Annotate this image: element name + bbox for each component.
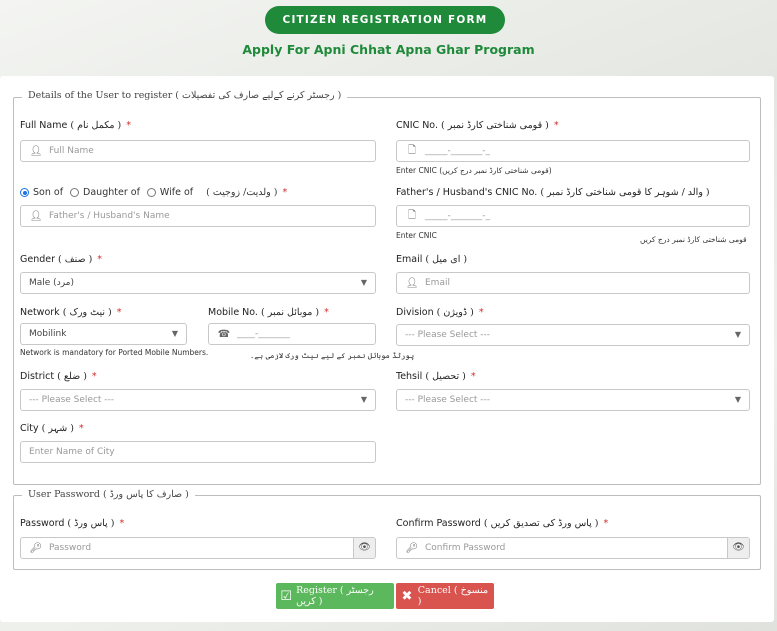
city-label: City ( شہر ) *: [20, 423, 84, 434]
mobile-hint-urdu: پورٹڈ موبائل نمبر کے لیے نیٹ ورک لازمی ہ…: [250, 351, 415, 360]
cnic-input[interactable]: 🗋 _____-_______-_: [396, 140, 750, 162]
network-hint: Network is mandatory for Ported Mobile N…: [20, 348, 209, 357]
father-cnic-hint: Enter CNIC: [396, 231, 437, 240]
document-icon: 🗋: [407, 209, 417, 221]
cancel-button[interactable]: ✖ Cancel ( منسوخ ): [396, 583, 494, 609]
father-cnic-hint-urdu: قومی شناختی کارڈ نمبر درج کریں: [640, 235, 747, 244]
confirm-password-input[interactable]: 🔑︎ Confirm Password 👁︎: [396, 537, 750, 559]
father-husband-name-input[interactable]: 👤︎ Father's / Husband's Name: [20, 205, 376, 227]
user-details-legend: Details of the User to register ( رجسٹر …: [22, 90, 348, 101]
father-cnic-input[interactable]: 🗋 _____-_______-_: [396, 205, 750, 227]
division-select[interactable]: --- Please Select --- ▼: [396, 324, 750, 346]
relation-urdu-label: ( ولدیت/ زوجیت ): [206, 187, 278, 198]
chevron-down-icon: ▼: [171, 329, 178, 338]
gender-label: Gender ( صنف ) *: [20, 254, 103, 265]
radio-daughter-of[interactable]: Daughter of: [70, 187, 140, 198]
mobile-label: Mobile No. ( موبائل نمبر ) *: [208, 307, 329, 318]
key-icon: 🔑︎: [29, 542, 43, 554]
eye-icon[interactable]: 👁︎: [727, 538, 749, 558]
radio-son-of[interactable]: Son of: [20, 187, 63, 198]
radio-wife-of[interactable]: Wife of: [146, 187, 193, 198]
mobile-input[interactable]: ☎ ____-_______: [208, 323, 376, 345]
form-title: CITIZEN REGISTRATION FORM: [265, 6, 505, 34]
confirm-password-label: Confirm Password ( پاس ورڈ کی تصدیق کریں…: [396, 518, 609, 529]
form-subtitle: Apply For Apni Chhat Apna Ghar Program: [242, 42, 535, 57]
password-input[interactable]: 🔑︎ Password 👁︎: [20, 537, 376, 559]
chevron-down-icon: ▼: [360, 278, 367, 287]
chevron-down-icon: ▼: [360, 395, 367, 404]
city-input[interactable]: Enter Name of City: [20, 441, 376, 463]
full-name-label: Full Name ( مکمل نام ) *: [20, 120, 132, 131]
tehsil-label: Tehsil ( تحصیل ) *: [396, 371, 476, 382]
password-label: Password ( پاس ورڈ ) *: [20, 518, 125, 529]
user-icon: 👤︎: [405, 277, 419, 289]
chevron-down-icon: ▼: [734, 330, 741, 339]
cnic-label: CNIC No. ( قومی شناختی کارڈ نمبر ) *: [396, 120, 559, 131]
key-icon: 🔑︎: [405, 542, 419, 554]
user-icon: 👤︎: [29, 210, 43, 222]
full-name-input[interactable]: 👤︎ Full Name: [20, 140, 376, 162]
password-legend: User Password ( صارف کا پاس ورڈ ): [22, 489, 195, 500]
relation-radio-group: Son of Daughter of Wife of ( ولدیت/ زوجی…: [20, 187, 287, 198]
chevron-down-icon: ▼: [734, 395, 741, 404]
email-input[interactable]: 👤︎ Email: [396, 272, 750, 294]
close-icon: ✖: [401, 588, 413, 604]
checkbox-checked-icon: ☑: [280, 588, 292, 604]
division-label: Division ( ڈویژن ) *: [396, 307, 484, 318]
cnic-hint: Enter CNIC (قومی شناختی کارڈ نمبر درج کر…: [396, 166, 552, 175]
phone-icon: ☎: [217, 328, 231, 340]
tehsil-select[interactable]: --- Please Select --- ▼: [396, 389, 750, 411]
district-label: District ( ضلع ) *: [20, 371, 97, 382]
register-button[interactable]: ☑ Register ( رجسٹر کریں ): [276, 583, 394, 609]
eye-icon[interactable]: 👁︎: [353, 538, 375, 558]
document-icon: 🗋: [407, 144, 417, 156]
father-cnic-label: Father's / Husband's CNIC No. ( والد / ش…: [396, 187, 710, 198]
network-label: Network ( نیٹ ورک ) *: [20, 307, 122, 318]
network-select[interactable]: Mobilink ▼: [20, 323, 187, 345]
email-label: Email ( ای میل ): [396, 254, 468, 265]
district-select[interactable]: --- Please Select --- ▼: [20, 389, 376, 411]
user-icon: 👤︎: [29, 145, 43, 157]
form-card: Details of the User to register ( رجسٹر …: [0, 76, 774, 622]
gender-select[interactable]: Male (مرد) ▼: [20, 272, 376, 294]
